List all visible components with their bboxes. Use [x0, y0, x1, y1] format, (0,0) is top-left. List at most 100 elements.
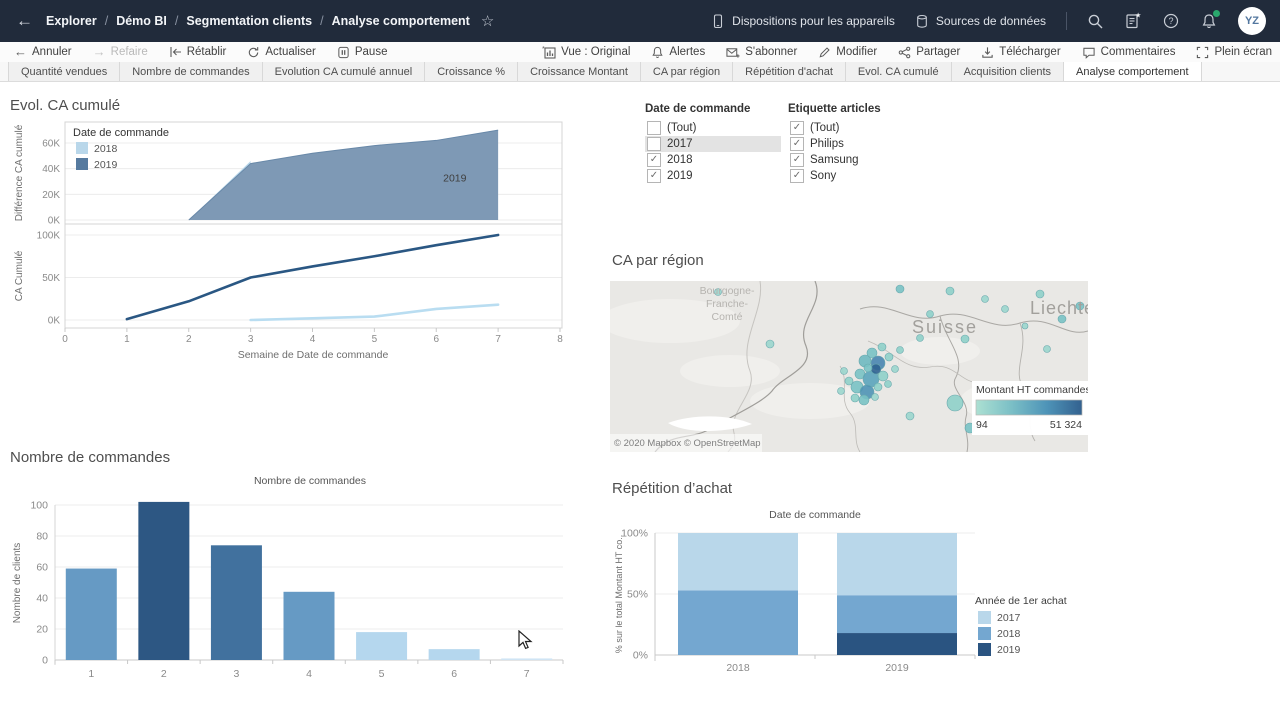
filter-option-label: Sony	[810, 170, 836, 182]
svg-text:100: 100	[30, 500, 48, 512]
svg-text:0: 0	[62, 334, 68, 345]
edit-button[interactable]: Modifier	[818, 46, 877, 59]
svg-text:Différence CA cumulé: Différence CA cumulé	[14, 124, 25, 221]
filter-option-tout[interactable]: (Tout)	[645, 120, 781, 136]
fullscreen-button[interactable]: Plein écran	[1196, 46, 1272, 59]
svg-text:Suisse: Suisse	[912, 317, 978, 337]
filter-option-2017[interactable]: 2017	[645, 136, 781, 152]
refresh-icon	[247, 46, 260, 59]
nb-commandes-chart[interactable]: Nombre de commandes0204060801001234567No…	[10, 473, 570, 693]
svg-text:1: 1	[124, 334, 130, 345]
favorite-star-icon[interactable]: ☆	[481, 12, 494, 30]
filter-option-2018[interactable]: ✓2018	[645, 152, 781, 168]
filter-title: Etiquette articles	[788, 103, 908, 115]
svg-text:Liechte: Liechte	[1030, 298, 1088, 318]
tab-quantit-vendues[interactable]: Quantité vendues	[8, 62, 120, 81]
breadcrumb-separator: /	[320, 14, 323, 28]
back-icon[interactable]: ←	[16, 11, 33, 31]
checkbox-checked[interactable]: ✓	[647, 169, 661, 183]
svg-text:0K: 0K	[48, 216, 61, 227]
filter-option-philips[interactable]: ✓Philips	[788, 136, 908, 152]
tab-r-p-tition-d-achat[interactable]: Répétition d'achat	[733, 62, 846, 81]
tab-evol-ca-cumul[interactable]: Evol. CA cumulé	[846, 62, 952, 81]
toolbar-right: * Vue : Original Alertes S'abonner Modif…	[521, 46, 1280, 59]
repetition-achat-chart[interactable]: Date de commande0%50%100%20182019% sur l…	[610, 506, 1080, 706]
tab-nombre-de-commandes[interactable]: Nombre de commandes	[120, 62, 262, 81]
svg-text:40: 40	[36, 593, 48, 605]
svg-text:© 2020 Mapbox © OpenStreetMap: © 2020 Mapbox © OpenStreetMap	[614, 438, 761, 449]
data-sources-button[interactable]: Sources de données	[915, 14, 1046, 29]
tab-ca-par-r-gion[interactable]: CA par région	[641, 62, 733, 81]
svg-text:94: 94	[976, 419, 988, 431]
view-button[interactable]: * Vue : Original	[542, 46, 630, 59]
svg-text:Nombre de commandes: Nombre de commandes	[254, 475, 366, 487]
refresh-button[interactable]: Actualiser	[247, 46, 316, 59]
subscribe-button[interactable]: S'abonner	[726, 46, 797, 59]
svg-text:Date de commande: Date de commande	[769, 509, 861, 521]
filter-option-sony[interactable]: ✓ Sony	[788, 168, 908, 184]
device-layouts-button[interactable]: Dispositions pour les appareils	[711, 14, 895, 29]
search-icon[interactable]	[1087, 13, 1104, 30]
svg-text:6: 6	[433, 334, 439, 345]
tab-acquisition-clients[interactable]: Acquisition clients	[952, 62, 1064, 81]
svg-text:?: ?	[1168, 16, 1173, 26]
breadcrumb-separator: /	[105, 14, 108, 28]
pause-button[interactable]: Pause	[337, 46, 388, 59]
tab-croissance[interactable]: Croissance %	[425, 62, 518, 81]
filter-option-tout[interactable]: ✓(Tout)	[788, 120, 908, 136]
revert-button[interactable]: Rétablir	[169, 46, 227, 58]
svg-text:Franche-: Franche-	[706, 298, 749, 310]
help-icon[interactable]: ?	[1162, 12, 1180, 30]
filter-option-samsung[interactable]: ✓Samsung	[788, 152, 908, 168]
mouse-cursor	[518, 630, 534, 657]
svg-text:0: 0	[42, 655, 48, 667]
svg-text:100K: 100K	[37, 231, 61, 242]
comments-button[interactable]: Commentaires	[1082, 46, 1176, 59]
ca-region-map[interactable]: Bourgogne-Franche-ComtéSuisseLiechte© 20…	[610, 281, 1088, 452]
share-icon	[898, 46, 911, 59]
toolbar: ←Annuler →Refaire Rétablir Actualiser Pa…	[0, 42, 1280, 63]
breadcrumb-segmentation-clients[interactable]: Segmentation clients	[186, 14, 312, 28]
tab-croissance-montant[interactable]: Croissance Montant	[518, 62, 641, 81]
redo-icon: →	[93, 47, 106, 57]
svg-text:Bourgogne-: Bourgogne-	[700, 285, 755, 297]
nb-commandes-title: Nombre de commandes	[10, 449, 170, 466]
checkbox-checked[interactable]: ✓	[790, 153, 804, 167]
checkbox-checked[interactable]: ✓	[790, 137, 804, 151]
download-button[interactable]: Télécharger	[981, 46, 1060, 59]
breadcrumb-explorer[interactable]: Explorer	[46, 14, 97, 28]
svg-text:51 324: 51 324	[1050, 419, 1082, 431]
tab-evolution-ca-cumul-annuel[interactable]: Evolution CA cumulé annuel	[263, 62, 426, 81]
breadcrumb-analyse-comportement[interactable]: Analyse comportement	[332, 14, 470, 28]
filter-option-2019[interactable]: ✓2019	[645, 168, 781, 184]
svg-text:3: 3	[234, 668, 240, 680]
recents-doc-star-icon[interactable]: ★	[1124, 12, 1142, 30]
undo-icon: ←	[14, 47, 27, 57]
svg-text:4: 4	[310, 334, 316, 345]
evol-ca-chart[interactable]: 0K20K40K60KDifférence CA cumulé0K50K100K…	[10, 120, 570, 372]
filter-date-de-commande: Date de commande(Tout)2017✓2018✓2019	[645, 103, 781, 184]
evol-ca-title: Evol. CA cumulé	[10, 97, 120, 114]
svg-text:7: 7	[495, 334, 501, 345]
notifications-bell-icon[interactable]	[1200, 12, 1218, 30]
share-button[interactable]: Partager	[898, 46, 960, 59]
checkbox-checked[interactable]: ✓	[790, 169, 804, 183]
breadcrumb-separator: /	[175, 14, 178, 28]
svg-text:50K: 50K	[42, 273, 60, 284]
svg-text:2019: 2019	[443, 173, 467, 185]
ca-region-title: CA par région	[612, 252, 704, 269]
undo-button[interactable]: ←Annuler	[14, 46, 72, 58]
data-sources-label: Sources de données	[936, 14, 1046, 28]
checkbox-checked[interactable]: ✓	[647, 153, 661, 167]
tab-analyse-comportement[interactable]: Analyse comportement	[1064, 62, 1202, 81]
svg-text:7: 7	[524, 668, 530, 680]
avatar[interactable]: YZ	[1238, 7, 1266, 35]
checkbox-checked[interactable]: ✓	[790, 121, 804, 135]
checkbox-unchecked[interactable]	[647, 121, 661, 135]
breadcrumb-d-mo-bi[interactable]: Démo BI	[116, 14, 167, 28]
svg-text:4: 4	[306, 668, 312, 680]
checkbox-unchecked[interactable]	[647, 137, 661, 151]
redo-button[interactable]: →Refaire	[93, 46, 148, 58]
alerts-button[interactable]: Alertes	[651, 46, 705, 59]
repetition-achat-title: Répétition d’achat	[612, 480, 732, 497]
